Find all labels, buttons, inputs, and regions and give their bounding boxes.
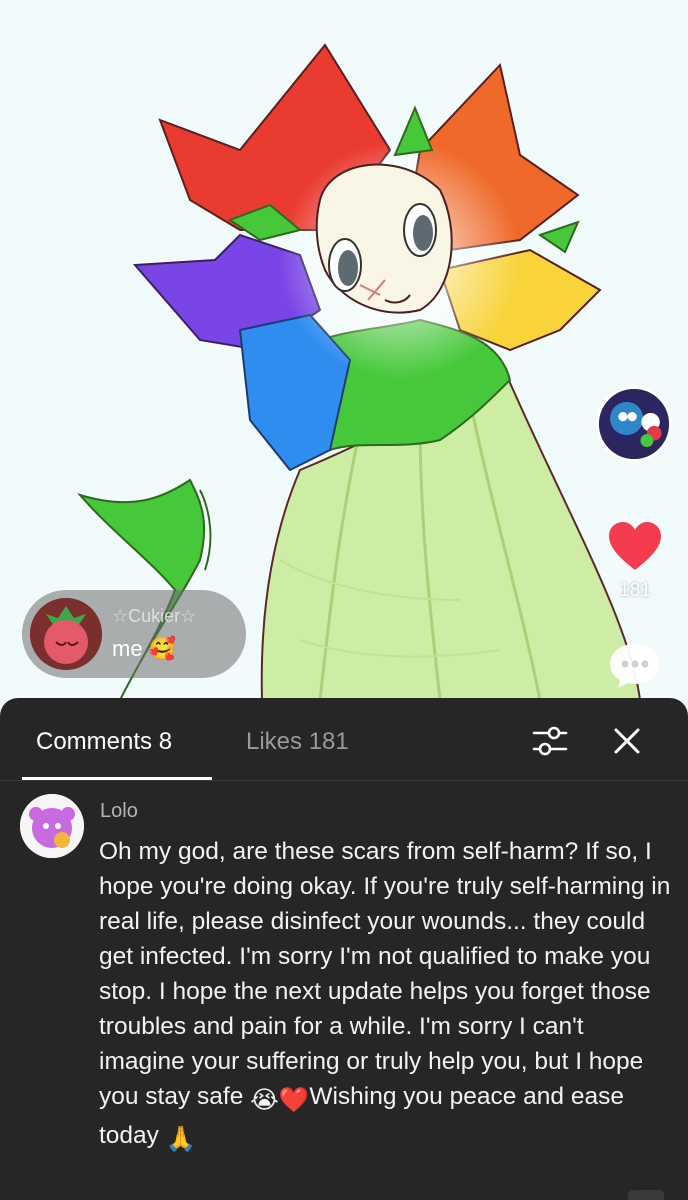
commenter-username[interactable]: Lolo: [100, 800, 138, 823]
like-group: 181: [600, 520, 670, 602]
tab-likes[interactable]: Likes 181: [246, 728, 349, 756]
creator-avatar[interactable]: [596, 386, 672, 462]
floating-comment-username: ☆Cukier☆: [112, 606, 197, 626]
comments-panel: Comments 8 Likes 181 Lolo Oh my god, are…: [0, 698, 688, 1200]
floating-comment[interactable]: ☆Cukier☆ me 🥰: [22, 590, 246, 678]
comment-bubble-icon[interactable]: [607, 640, 663, 690]
comment-text-part1: Oh my god, are these scars from self-har…: [99, 838, 671, 1110]
close-icon[interactable]: [612, 726, 642, 756]
sliders-icon[interactable]: [530, 724, 570, 758]
like-count: 181: [619, 580, 651, 601]
floating-comment-text: me 🥰: [112, 636, 177, 661]
pray-emoji: 🙏: [165, 1126, 197, 1153]
heart-emoji: ❤️: [278, 1087, 310, 1114]
heart-icon[interactable]: [607, 520, 663, 572]
comment-text: Oh my god, are these scars from self-har…: [99, 834, 673, 1157]
floating-comment-avatar[interactable]: [30, 598, 102, 670]
next-item-peek: [628, 1190, 664, 1200]
tab-comments[interactable]: Comments 8: [36, 728, 172, 756]
commenter-avatar[interactable]: [20, 794, 84, 858]
divider: [0, 780, 688, 781]
crying-emoji: 😭: [250, 1087, 279, 1114]
